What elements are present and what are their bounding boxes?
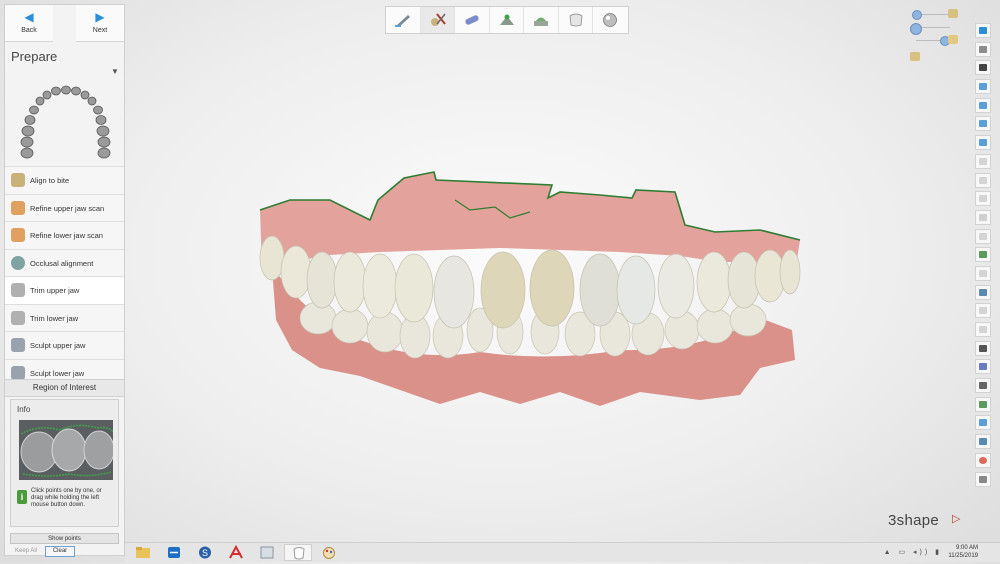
- acrobat-icon: [229, 544, 243, 559]
- folder-icon: [136, 547, 150, 558]
- palette-tool-button[interactable]: [975, 452, 991, 468]
- edit-tool-button[interactable]: [975, 247, 991, 263]
- front-view-button[interactable]: [975, 79, 991, 95]
- tooth-app-icon: [293, 547, 305, 560]
- disabled-tool-icon: [979, 157, 987, 165]
- rotate-view-button[interactable]: [975, 41, 991, 57]
- disabled-tool-button-2[interactable]: [975, 172, 991, 188]
- disabled-tool-icon: [979, 326, 987, 333]
- model-tool-icon: [979, 288, 987, 296]
- shading-icon: [979, 382, 987, 390]
- texture-icon: [979, 307, 987, 315]
- clipping-tool-button[interactable]: [975, 265, 991, 281]
- svg-text:S: S: [202, 548, 208, 558]
- axis-tool-button[interactable]: [975, 396, 991, 412]
- right-view-icon: [979, 139, 987, 147]
- disabled-tool-button-3[interactable]: [975, 191, 991, 207]
- taskbar-explorer[interactable]: [129, 544, 157, 561]
- clipping-icon: [979, 269, 987, 277]
- disabled-tool-icon: [979, 232, 987, 240]
- rotate-icon: [979, 45, 987, 53]
- zoom-tool-button[interactable]: [975, 209, 991, 225]
- color-wheel-icon: [979, 456, 987, 464]
- system-tray-icons[interactable]: ▲ ▭ ◂)) ▮: [884, 548, 942, 556]
- snapshot-icon: [979, 475, 987, 483]
- taskbar-tooth-app[interactable]: [284, 544, 312, 561]
- back-view-icon: [979, 101, 987, 109]
- disabled-tool-button-1[interactable]: [975, 153, 991, 169]
- back-view-button[interactable]: [975, 97, 991, 113]
- right-view-button[interactable]: [975, 135, 991, 151]
- clock-time: 9:00 AM: [955, 545, 978, 551]
- clock-date: 11/25/2019: [948, 552, 978, 559]
- brand-logo: 3shape: [888, 512, 940, 529]
- camera-tool-button[interactable]: [975, 340, 991, 356]
- brand-triangle-icon: ▷: [952, 513, 961, 525]
- s-app-icon: S: [199, 546, 211, 559]
- axis-icon: [979, 400, 987, 408]
- fit-view-icon: [979, 27, 987, 34]
- teamviewer-icon: [168, 547, 180, 558]
- taskbar-teamviewer[interactable]: [160, 544, 188, 561]
- view-tools-toolbar: [975, 23, 993, 498]
- snapshot-tool-button[interactable]: [975, 471, 991, 487]
- model-tool-button[interactable]: [975, 284, 991, 300]
- disabled-tool-button-5[interactable]: [975, 322, 991, 337]
- disabled-tool-icon: [979, 195, 987, 203]
- front-view-icon: [979, 83, 987, 91]
- system-clock[interactable]: 9:00 AM 11/25/2019: [948, 545, 978, 560]
- left-view-icon: [979, 120, 987, 128]
- edit-icon: [979, 251, 987, 259]
- texture-tool-button[interactable]: [975, 303, 991, 319]
- section-tool-button[interactable]: [975, 434, 991, 450]
- taskbar-acrobat[interactable]: [222, 544, 250, 561]
- dental-system-icon: [260, 546, 274, 559]
- zoom-icon: [979, 213, 987, 221]
- paint-icon: [323, 547, 335, 559]
- shading-tool-button[interactable]: [975, 378, 991, 394]
- taskbar-sirona[interactable]: S: [191, 544, 219, 561]
- taskbar-dental-system[interactable]: [253, 544, 281, 561]
- 3d-jaw-viewport[interactable]: [0, 0, 1000, 562]
- taskbar: S ▲ ▭ ◂)) ▮ 9:00 AM 11/25/2019: [125, 542, 1000, 562]
- camera-icon: [979, 344, 987, 352]
- mortarboard-button[interactable]: [975, 60, 991, 76]
- measure-icon: [979, 419, 987, 427]
- section-icon: [979, 438, 987, 446]
- color-tool-button[interactable]: [975, 359, 991, 375]
- disabled-tool-button-4[interactable]: [975, 228, 991, 244]
- taskbar-paint[interactable]: [315, 544, 343, 561]
- measure-tool-button[interactable]: [975, 415, 991, 431]
- left-view-button[interactable]: [975, 116, 991, 132]
- color-icon: [979, 363, 987, 371]
- fit-view-button[interactable]: [975, 23, 991, 38]
- graduation-cap-icon: [979, 64, 987, 72]
- disabled-tool-icon: [979, 176, 987, 184]
